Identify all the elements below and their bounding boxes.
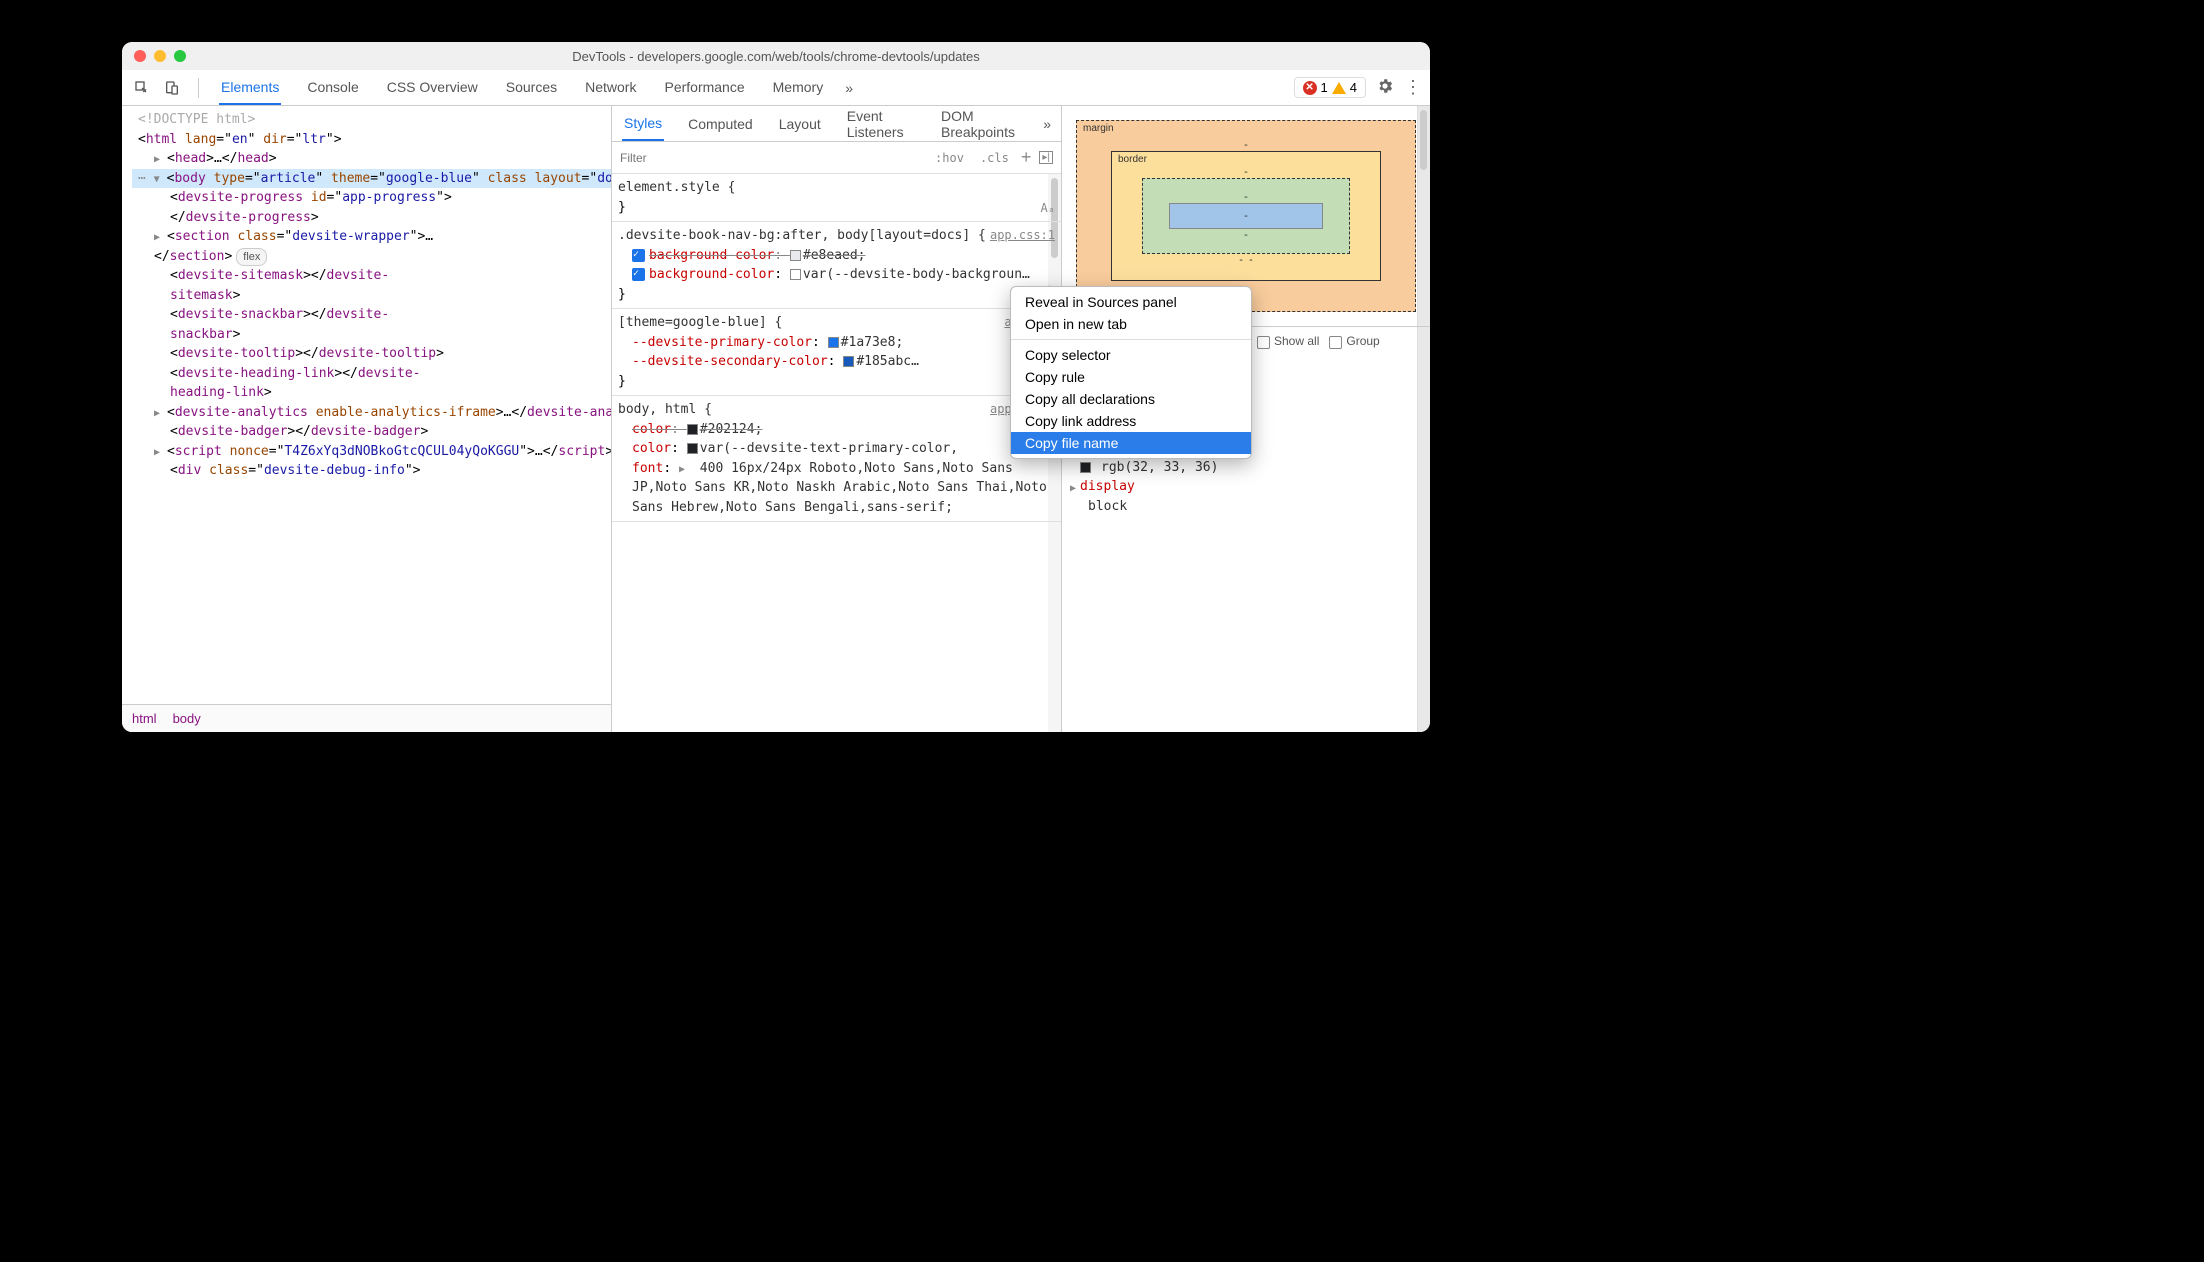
tab-elements[interactable]: Elements	[219, 71, 281, 105]
styles-panel: StylesComputedLayoutEvent ListenersDOM B…	[612, 106, 1062, 732]
style-rule[interactable]: element.style {}Aₐ	[612, 174, 1061, 222]
settings-icon[interactable]	[1376, 77, 1394, 98]
menu-item-copy-selector[interactable]: Copy selector	[1011, 344, 1251, 366]
traffic-lights	[134, 50, 186, 62]
tab-css-overview[interactable]: CSS Overview	[385, 71, 480, 105]
error-icon: ✕	[1303, 81, 1317, 95]
breadcrumb: html body	[122, 704, 611, 732]
property-checkbox[interactable]	[632, 268, 645, 281]
menu-item-copy-file-name[interactable]: Copy file name	[1011, 432, 1251, 454]
error-count: 1	[1321, 80, 1328, 95]
inspect-icon[interactable]	[130, 76, 154, 100]
window-title: DevTools - developers.google.com/web/too…	[122, 49, 1430, 64]
style-rule[interactable]: app.css:1.devsite-book-nav-bg:after, bod…	[612, 222, 1061, 309]
breadcrumb-item[interactable]: html	[132, 711, 157, 726]
tab-performance[interactable]: Performance	[662, 71, 746, 105]
source-link[interactable]: app.css:1	[990, 226, 1055, 244]
minimize-icon[interactable]	[154, 50, 166, 62]
hov-toggle[interactable]: :hov	[931, 149, 968, 167]
style-rule[interactable]: app.css[theme=google-blue] {--devsite-pr…	[612, 309, 1061, 396]
computed-sidebar-icon[interactable]: ▸|	[1039, 151, 1053, 164]
margin-label: margin	[1083, 123, 1114, 134]
menu-item-copy-rule[interactable]: Copy rule	[1011, 366, 1251, 388]
style-rule[interactable]: app.css:1body, html {color: #202124;colo…	[612, 396, 1061, 522]
computed-property[interactable]: ▶displayblock	[1070, 477, 1422, 516]
show-all-checkbox[interactable]	[1257, 336, 1270, 349]
styles-filter-input[interactable]	[620, 151, 923, 165]
kebab-menu-icon[interactable]: ⋮	[1404, 77, 1422, 98]
device-toggle-icon[interactable]	[160, 76, 184, 100]
tab-sources[interactable]: Sources	[504, 71, 559, 105]
styles-tab-computed[interactable]: Computed	[686, 108, 755, 140]
error-warning-badge[interactable]: ✕ 1 4	[1294, 77, 1366, 98]
main-tabs: Elements Console CSS Overview Sources Networ…	[219, 71, 825, 105]
elements-panel: <!DOCTYPE html><html lang="en" dir="ltr"…	[122, 106, 612, 732]
warning-count: 4	[1350, 80, 1357, 95]
maximize-icon[interactable]	[174, 50, 186, 62]
breadcrumb-item[interactable]: body	[173, 711, 201, 726]
border-label: border	[1118, 154, 1147, 165]
cls-toggle[interactable]: .cls	[976, 149, 1013, 167]
menu-item-reveal-in-sources-panel[interactable]: Reveal in Sources panel	[1011, 291, 1251, 313]
more-tabs-icon[interactable]: »	[1043, 116, 1051, 132]
menu-item-copy-all-declarations[interactable]: Copy all declarations	[1011, 388, 1251, 410]
main-toolbar: Elements Console CSS Overview Sources Networ…	[122, 70, 1430, 106]
warning-icon	[1332, 82, 1346, 94]
styles-tab-layout[interactable]: Layout	[777, 108, 823, 140]
styles-tab-styles[interactable]: Styles	[622, 107, 664, 141]
styles-tabs: StylesComputedLayoutEvent ListenersDOM B…	[612, 106, 1061, 142]
dom-tree[interactable]: <!DOCTYPE html><html lang="en" dir="ltr"…	[122, 106, 611, 704]
tab-network[interactable]: Network	[583, 71, 638, 105]
property-checkbox[interactable]	[632, 249, 645, 262]
separator	[198, 78, 199, 98]
styles-filter-row: :hov .cls + ▸|	[612, 142, 1061, 174]
font-icon[interactable]: Aₐ	[1041, 199, 1055, 217]
menu-item-open-in-new-tab[interactable]: Open in new tab	[1011, 313, 1251, 335]
titlebar: DevTools - developers.google.com/web/too…	[122, 42, 1430, 70]
menu-item-copy-link-address[interactable]: Copy link address	[1011, 410, 1251, 432]
tab-memory[interactable]: Memory	[771, 71, 826, 105]
styles-body[interactable]: element.style {}Aₐapp.css:1.devsite-book…	[612, 174, 1061, 732]
menu-separator	[1011, 339, 1251, 340]
tab-console[interactable]: Console	[305, 71, 360, 105]
close-icon[interactable]	[134, 50, 146, 62]
more-tabs-icon[interactable]: »	[845, 80, 853, 96]
new-rule-icon[interactable]: +	[1021, 147, 1032, 168]
context-menu: Reveal in Sources panelOpen in new tab Co…	[1010, 286, 1252, 459]
group-checkbox[interactable]	[1329, 336, 1342, 349]
